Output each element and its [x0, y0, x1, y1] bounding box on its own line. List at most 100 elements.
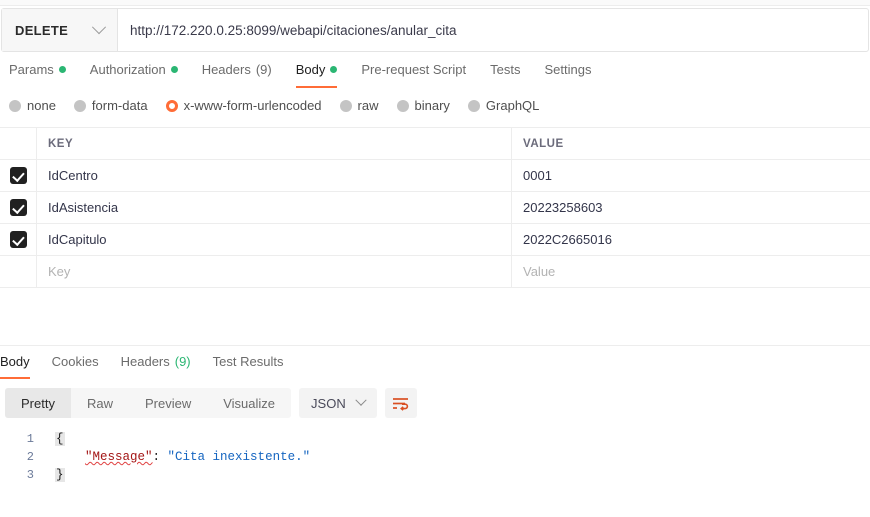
json-colon: : [153, 450, 168, 464]
radio-icon [397, 100, 409, 112]
url-bar: DELETE http://172.220.0.25:8099/webapi/c… [1, 8, 869, 52]
response-tab-headers[interactable]: Headers (9) [110, 352, 202, 379]
table-row: IdCentro 0001 [0, 159, 870, 192]
body-type-x-www-form-urlencoded-label: x-www-form-urlencoded [184, 98, 322, 113]
row-checkbox-cell [0, 192, 37, 223]
body-type-none-label: none [27, 98, 56, 113]
response-format-label: JSON [311, 396, 346, 411]
tab-headers[interactable]: Headers (9) [190, 60, 284, 88]
table-header-value: VALUE [512, 128, 870, 159]
response-tabs: Body Cookies Headers (9) Test Results [0, 352, 870, 380]
tab-authorization[interactable]: Authorization [78, 60, 190, 88]
response-tab-cookies-label: Cookies [52, 354, 99, 369]
row-checkbox[interactable] [10, 231, 27, 248]
body-type-raw-label: raw [358, 98, 379, 113]
response-tab-test-results[interactable]: Test Results [202, 352, 295, 379]
view-mode-preview[interactable]: Preview [129, 388, 207, 418]
body-type-graphql-label: GraphQL [486, 98, 539, 113]
response-tab-body-label: Body [0, 354, 30, 369]
pane-divider[interactable] [0, 345, 870, 346]
row-checkbox[interactable] [10, 199, 27, 216]
radio-selected-icon [166, 100, 178, 112]
wrap-lines-button[interactable] [385, 388, 417, 418]
response-tab-test-results-label: Test Results [213, 354, 284, 369]
view-mode-raw[interactable]: Raw [71, 388, 129, 418]
json-key: "Message" [85, 450, 153, 464]
unsaved-dot-icon [330, 66, 337, 73]
tab-authorization-label: Authorization [90, 62, 166, 77]
tab-tests-label: Tests [490, 62, 520, 77]
row-checkbox-cell [0, 224, 37, 255]
chevron-down-icon [355, 395, 366, 406]
line-number: 1 [0, 430, 42, 448]
empty-row-checkbox-cell [0, 256, 37, 287]
body-type-raw[interactable]: raw [340, 98, 379, 113]
response-code-viewer[interactable]: 1 { 2 "Message": "Cita inexistente." 3 } [0, 430, 870, 517]
body-type-x-www-form-urlencoded[interactable]: x-www-form-urlencoded [166, 98, 322, 113]
line-number: 2 [0, 448, 42, 466]
unsaved-dot-icon [59, 66, 66, 73]
row-key-input[interactable]: IdCapitulo [37, 224, 512, 255]
request-tabs: Params Authorization Headers (9) Body Pr… [0, 60, 870, 90]
body-type-radio-group: none form-data x-www-form-urlencoded raw… [9, 98, 539, 113]
table-header-row: KEY VALUE [0, 127, 870, 160]
url-input[interactable]: http://172.220.0.25:8099/webapi/citacion… [118, 9, 868, 51]
response-view-mode-group: Pretty Raw Preview Visualize [5, 388, 291, 418]
code-line: 3 } [0, 466, 870, 484]
tab-body[interactable]: Body [284, 60, 350, 88]
view-mode-visualize[interactable]: Visualize [207, 388, 291, 418]
row-value-input[interactable]: 20223258603 [512, 192, 870, 223]
row-checkbox-cell [0, 160, 37, 191]
row-checkbox[interactable] [10, 167, 27, 184]
response-toolbar: Pretty Raw Preview Visualize JSON [5, 388, 417, 418]
tab-body-label: Body [296, 62, 326, 77]
unsaved-dot-icon [171, 66, 178, 73]
radio-icon [74, 100, 86, 112]
response-tab-body[interactable]: Body [0, 352, 41, 379]
tab-headers-label: Headers [202, 62, 251, 77]
json-string-value: "Cita inexistente." [168, 450, 311, 464]
http-method-select[interactable]: DELETE [2, 9, 118, 51]
line-number: 3 [0, 466, 42, 484]
view-mode-pretty[interactable]: Pretty [5, 388, 71, 418]
open-brace: { [55, 432, 65, 446]
body-type-form-data[interactable]: form-data [74, 98, 148, 113]
row-value-input[interactable]: 0001 [512, 160, 870, 191]
empty-row-value-input[interactable]: Value [512, 256, 870, 287]
body-type-graphql[interactable]: GraphQL [468, 98, 539, 113]
body-type-binary-label: binary [415, 98, 450, 113]
response-tab-headers-count: (9) [175, 354, 191, 369]
body-type-binary[interactable]: binary [397, 98, 450, 113]
tab-params[interactable]: Params [9, 60, 78, 88]
row-key-input[interactable]: IdAsistencia [37, 192, 512, 223]
top-strip [0, 0, 870, 6]
body-type-form-data-label: form-data [92, 98, 148, 113]
empty-row-key-input[interactable]: Key [37, 256, 512, 287]
close-brace: } [55, 468, 65, 482]
tab-tests[interactable]: Tests [478, 60, 532, 88]
radio-icon [468, 100, 480, 112]
tab-pre-request-script[interactable]: Pre-request Script [349, 60, 478, 88]
http-method-label: DELETE [15, 23, 68, 38]
tab-pre-request-script-label: Pre-request Script [361, 62, 466, 77]
response-tab-headers-label: Headers [121, 354, 170, 369]
tab-headers-count: (9) [256, 62, 272, 77]
radio-icon [340, 100, 352, 112]
tab-settings-label: Settings [544, 62, 591, 77]
response-tab-cookies[interactable]: Cookies [41, 352, 110, 379]
table-row: IdCapitulo 2022C2665016 [0, 223, 870, 256]
code-content: "Message": "Cita inexistente." [42, 448, 310, 466]
radio-icon [9, 100, 21, 112]
row-value-input[interactable]: 2022C2665016 [512, 224, 870, 255]
wrap-lines-icon [392, 396, 409, 411]
code-line: 1 { [0, 430, 870, 448]
response-format-select[interactable]: JSON [299, 388, 377, 418]
code-content: { [42, 430, 65, 448]
row-key-input[interactable]: IdCentro [37, 160, 512, 191]
tab-settings[interactable]: Settings [532, 60, 603, 88]
code-line: 2 "Message": "Cita inexistente." [0, 448, 870, 466]
table-header-key: KEY [37, 128, 512, 159]
body-type-none[interactable]: none [9, 98, 56, 113]
table-header-checkbox-cell [0, 128, 37, 159]
code-content: } [42, 466, 65, 484]
